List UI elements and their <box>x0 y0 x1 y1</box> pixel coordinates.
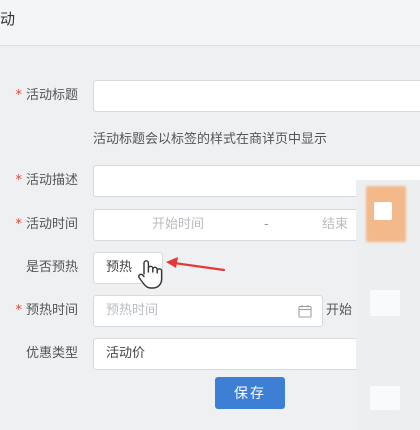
required-mark: * <box>15 173 22 188</box>
blurred-block <box>370 290 400 316</box>
preheat-time-label: * 预热时间 <box>15 295 78 327</box>
activity-description-label-text: 活动描述 <box>25 173 78 188</box>
range-separator: - <box>264 217 269 232</box>
blurred-block <box>370 386 400 410</box>
preheat-option-text: 预热 <box>106 260 133 275</box>
blurred-thumbnail-center <box>374 202 392 220</box>
preheat-time-placeholder: 预热时间 <box>106 303 159 318</box>
activity-title-input[interactable] <box>93 80 420 112</box>
form-row-activity-title: * 活动标题 <box>0 80 420 112</box>
preheat-start-text: 开始 <box>326 303 353 318</box>
pointer-hand-icon <box>138 260 163 289</box>
discount-type-label: 优惠类型 <box>25 346 78 361</box>
blurred-overlay <box>356 180 420 430</box>
preheat-label: 是否预热 <box>25 260 78 275</box>
top-bar: 动 <box>0 0 420 46</box>
required-mark: * <box>15 88 22 103</box>
save-button[interactable]: 保存 <box>215 377 285 409</box>
calendar-icon <box>298 305 312 318</box>
activity-time-label: * 活动时间 <box>15 209 78 241</box>
preheat-time-picker[interactable]: 预热时间 <box>93 295 323 327</box>
preheat-time-label-text: 预热时间 <box>25 303 78 318</box>
activity-time-label-text: 活动时间 <box>25 217 78 232</box>
required-mark: * <box>15 303 22 318</box>
required-mark: * <box>15 217 22 232</box>
end-time-placeholder: 结束 <box>322 217 349 232</box>
activity-title-label-text: 活动标题 <box>25 88 78 103</box>
start-time-placeholder: 开始时间 <box>152 217 205 232</box>
activity-title-label: * 活动标题 <box>15 80 78 112</box>
page-title: 动 <box>0 10 16 28</box>
discount-type-value: 活动价 <box>106 346 146 361</box>
activity-title-hint: 活动标题会以标签的样式在商详页中显示 <box>93 132 328 147</box>
activity-description-label: * 活动描述 <box>15 165 78 197</box>
